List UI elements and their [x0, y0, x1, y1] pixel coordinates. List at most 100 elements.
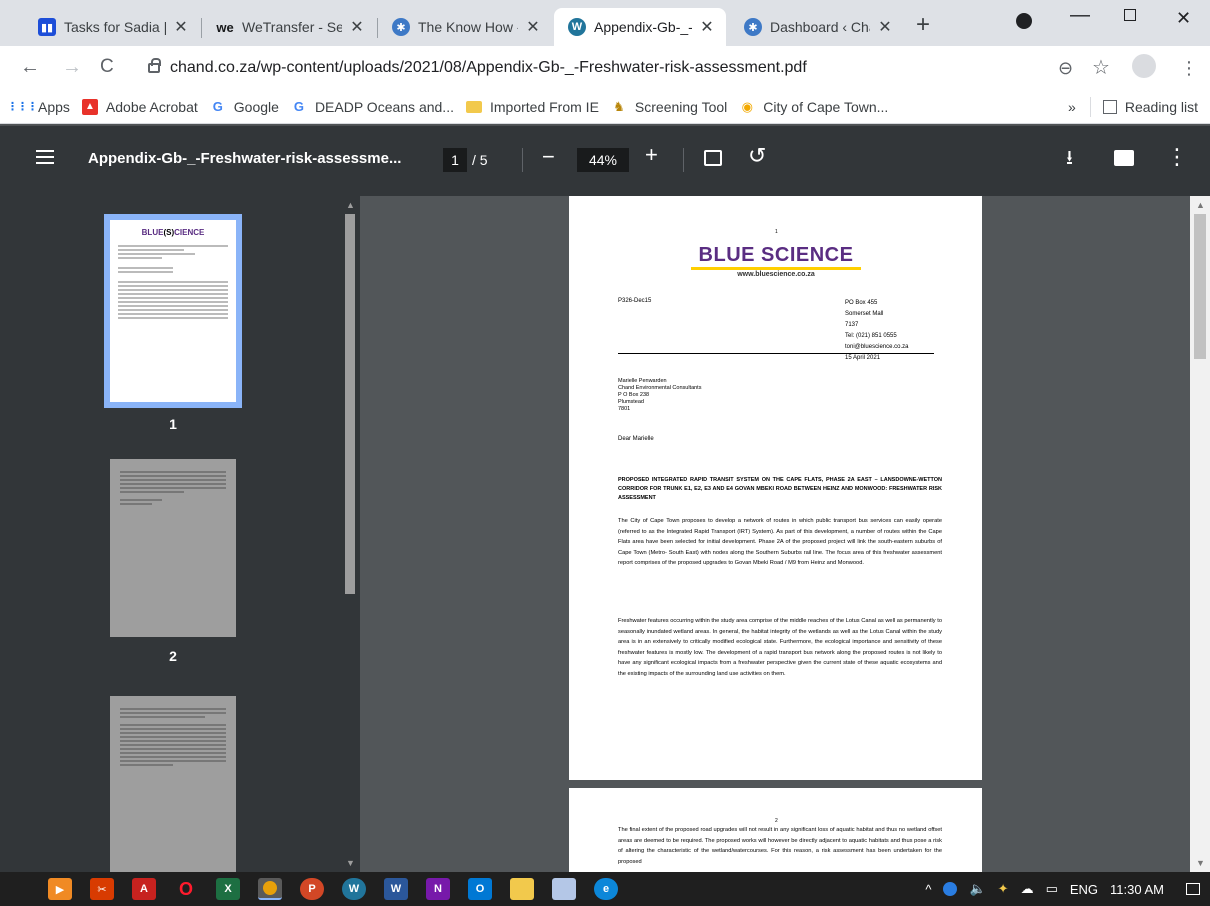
- reading-list-icon: [1102, 100, 1117, 114]
- fit-to-page-icon[interactable]: [704, 150, 722, 166]
- restore-icon[interactable]: [1124, 9, 1136, 21]
- close-tab-icon[interactable]: ✕: [172, 17, 190, 37]
- onenote-icon[interactable]: N: [426, 878, 450, 900]
- bookmark-label: Adobe Acrobat: [105, 98, 198, 115]
- profile-avatar[interactable]: [1132, 54, 1156, 78]
- download-icon[interactable]: ⭳: [1066, 143, 1073, 177]
- page-thumbnail-3[interactable]: [110, 696, 236, 872]
- zoom-icon[interactable]: ⊖: [1058, 58, 1073, 79]
- address-bar[interactable]: chand.co.za/wp-content/uploads/2021/08/A…: [140, 50, 920, 86]
- volume-muted-icon[interactable]: 🔈: [969, 881, 985, 897]
- pdf-toolbar: Appendix-Gb-_-Freshwater-risk-assessme..…: [0, 126, 1210, 196]
- wordpress-icon[interactable]: W: [342, 878, 366, 900]
- divider: [683, 148, 684, 172]
- adobe-acrobat-icon: ▲: [81, 98, 98, 115]
- bookmark-apps[interactable]: ⋮⋮⋮ Apps: [7, 99, 70, 115]
- edge-icon[interactable]: e: [594, 878, 618, 900]
- close-tab-icon[interactable]: ✕: [698, 17, 716, 37]
- snip-icon[interactable]: ✂: [90, 878, 114, 900]
- bookmark-label: DEADP Oceans and...: [314, 98, 454, 115]
- wordpress-icon: W: [568, 18, 586, 36]
- tab-trello[interactable]: ▮▮ Tasks for Sadia | ✕: [24, 8, 200, 46]
- sidebar-scrollbar[interactable]: ▲ ▼: [340, 196, 360, 872]
- bookmark-city-of-cape-town[interactable]: ◉ City of Cape Town...: [739, 98, 889, 115]
- tab-wetransfer[interactable]: we WeTransfer - Ser ✕: [202, 8, 376, 46]
- back-arrow-icon[interactable]: ←: [20, 56, 40, 79]
- scrollbar-thumb[interactable]: [1194, 214, 1206, 359]
- outlook-icon[interactable]: O: [468, 878, 492, 900]
- bookmark-deadp[interactable]: G DEADP Oceans and...: [291, 99, 454, 115]
- close-window-icon[interactable]: ✕: [1176, 8, 1191, 29]
- scroll-up-icon[interactable]: ▲: [346, 200, 355, 210]
- print-icon[interactable]: [1114, 150, 1134, 166]
- bookmark-label: City of Cape Town...: [763, 98, 889, 115]
- document-viewer: 1 BLUE SCIENCE www.bluescience.co.za P32…: [360, 196, 1210, 872]
- tab-appendix[interactable]: W Appendix-Gb-_- ✕: [554, 8, 726, 46]
- document-scrollbar[interactable]: ▲ ▼: [1190, 196, 1210, 872]
- pdf-page-2: 2 The final extent of the proposed road …: [569, 788, 982, 872]
- bookmark-adobe-acrobat[interactable]: ▲ Adobe Acrobat: [81, 98, 198, 115]
- chrome-icon[interactable]: [258, 878, 282, 900]
- minimize-icon[interactable]: —: [1070, 4, 1090, 27]
- dropbox-icon[interactable]: ✦: [998, 881, 1009, 897]
- notifications-icon[interactable]: [1186, 883, 1200, 895]
- page-thumbnail-2[interactable]: [110, 459, 236, 637]
- zoom-level-input[interactable]: 44%: [577, 148, 629, 172]
- page-number-input[interactable]: 1: [443, 148, 467, 172]
- tab-title: The Know How -: [418, 19, 518, 35]
- clock[interactable]: 11:30 AM: [1110, 882, 1164, 897]
- salutation: Dear Marielle: [618, 436, 654, 442]
- recipient-address: Marielle Penwarden Chand Environmental C…: [618, 378, 701, 413]
- bookmark-google[interactable]: G Google: [210, 99, 279, 115]
- bookmark-imported-from-ie[interactable]: Imported From IE: [465, 99, 599, 115]
- scroll-down-icon[interactable]: ▼: [346, 858, 355, 868]
- paragraph-1: The City of Cape Town proposes to develo…: [618, 518, 942, 567]
- network-icon[interactable]: ▭: [1046, 881, 1058, 897]
- reference-number: P326-Dec15: [618, 298, 652, 304]
- scroll-up-icon[interactable]: ▲: [1196, 200, 1205, 210]
- logo-text: BLUE SCIENCE: [698, 244, 854, 266]
- more-menu-icon[interactable]: ⋮: [1180, 58, 1198, 79]
- vlc-icon[interactable]: ▶: [48, 878, 72, 900]
- file-explorer-icon[interactable]: [510, 878, 534, 900]
- close-tab-icon[interactable]: ✕: [876, 17, 894, 37]
- notes-icon[interactable]: [552, 878, 576, 900]
- page-number: 1: [775, 229, 778, 235]
- show-hidden-icons-icon[interactable]: ^: [925, 882, 931, 897]
- windows-start-icon[interactable]: [12, 880, 30, 898]
- zoom-in-icon[interactable]: +: [645, 142, 658, 168]
- scrollbar-thumb[interactable]: [345, 214, 355, 594]
- more-bookmarks-button[interactable]: »: [1068, 99, 1076, 115]
- tab-know-how[interactable]: ✱ The Know How - ✕: [378, 8, 552, 46]
- address-line: 7137: [845, 322, 859, 328]
- antivirus-icon[interactable]: [943, 882, 958, 896]
- hamburger-menu-icon[interactable]: [36, 150, 54, 164]
- scroll-down-icon[interactable]: ▼: [1196, 858, 1205, 868]
- onedrive-icon[interactable]: ☁: [1021, 881, 1034, 897]
- bluescience-logo: BLUE SCIENCE www.bluescience.co.za: [691, 244, 861, 278]
- reading-list-button[interactable]: Reading list: [1125, 99, 1198, 115]
- address-line: 7801: [618, 406, 631, 412]
- page-thumbnail-1[interactable]: BLUE(S)CIENCE: [104, 214, 242, 408]
- rotate-icon[interactable]: ↺: [748, 143, 766, 169]
- tab-strip: ▮▮ Tasks for Sadia | ✕ we WeTransfer - S…: [0, 0, 1210, 46]
- star-icon[interactable]: ☆: [1092, 55, 1110, 80]
- acrobat-icon[interactable]: A: [132, 878, 156, 900]
- powerpoint-icon[interactable]: P: [300, 878, 324, 900]
- reload-icon[interactable]: C: [100, 56, 114, 78]
- language-indicator[interactable]: ENG: [1070, 882, 1098, 897]
- profile-menu-icon[interactable]: [1016, 13, 1032, 29]
- tab-dashboard[interactable]: ✱ Dashboard ‹ Cha ✕: [730, 8, 904, 46]
- more-actions-icon[interactable]: ⋮: [1166, 144, 1188, 170]
- word-icon[interactable]: W: [384, 878, 408, 900]
- close-tab-icon[interactable]: ✕: [348, 17, 366, 37]
- close-tab-icon[interactable]: ✕: [524, 17, 542, 37]
- address-line: Tel: (021) 851 0555: [845, 333, 897, 339]
- forward-arrow-icon[interactable]: →: [62, 56, 82, 79]
- opera-icon[interactable]: O: [174, 878, 198, 900]
- zoom-out-icon[interactable]: −: [542, 144, 555, 170]
- excel-icon[interactable]: X: [216, 878, 240, 900]
- bookmark-screening-tool[interactable]: ♞ Screening Tool: [611, 99, 727, 115]
- new-tab-button[interactable]: +: [916, 13, 930, 37]
- logo-underline: [691, 267, 861, 270]
